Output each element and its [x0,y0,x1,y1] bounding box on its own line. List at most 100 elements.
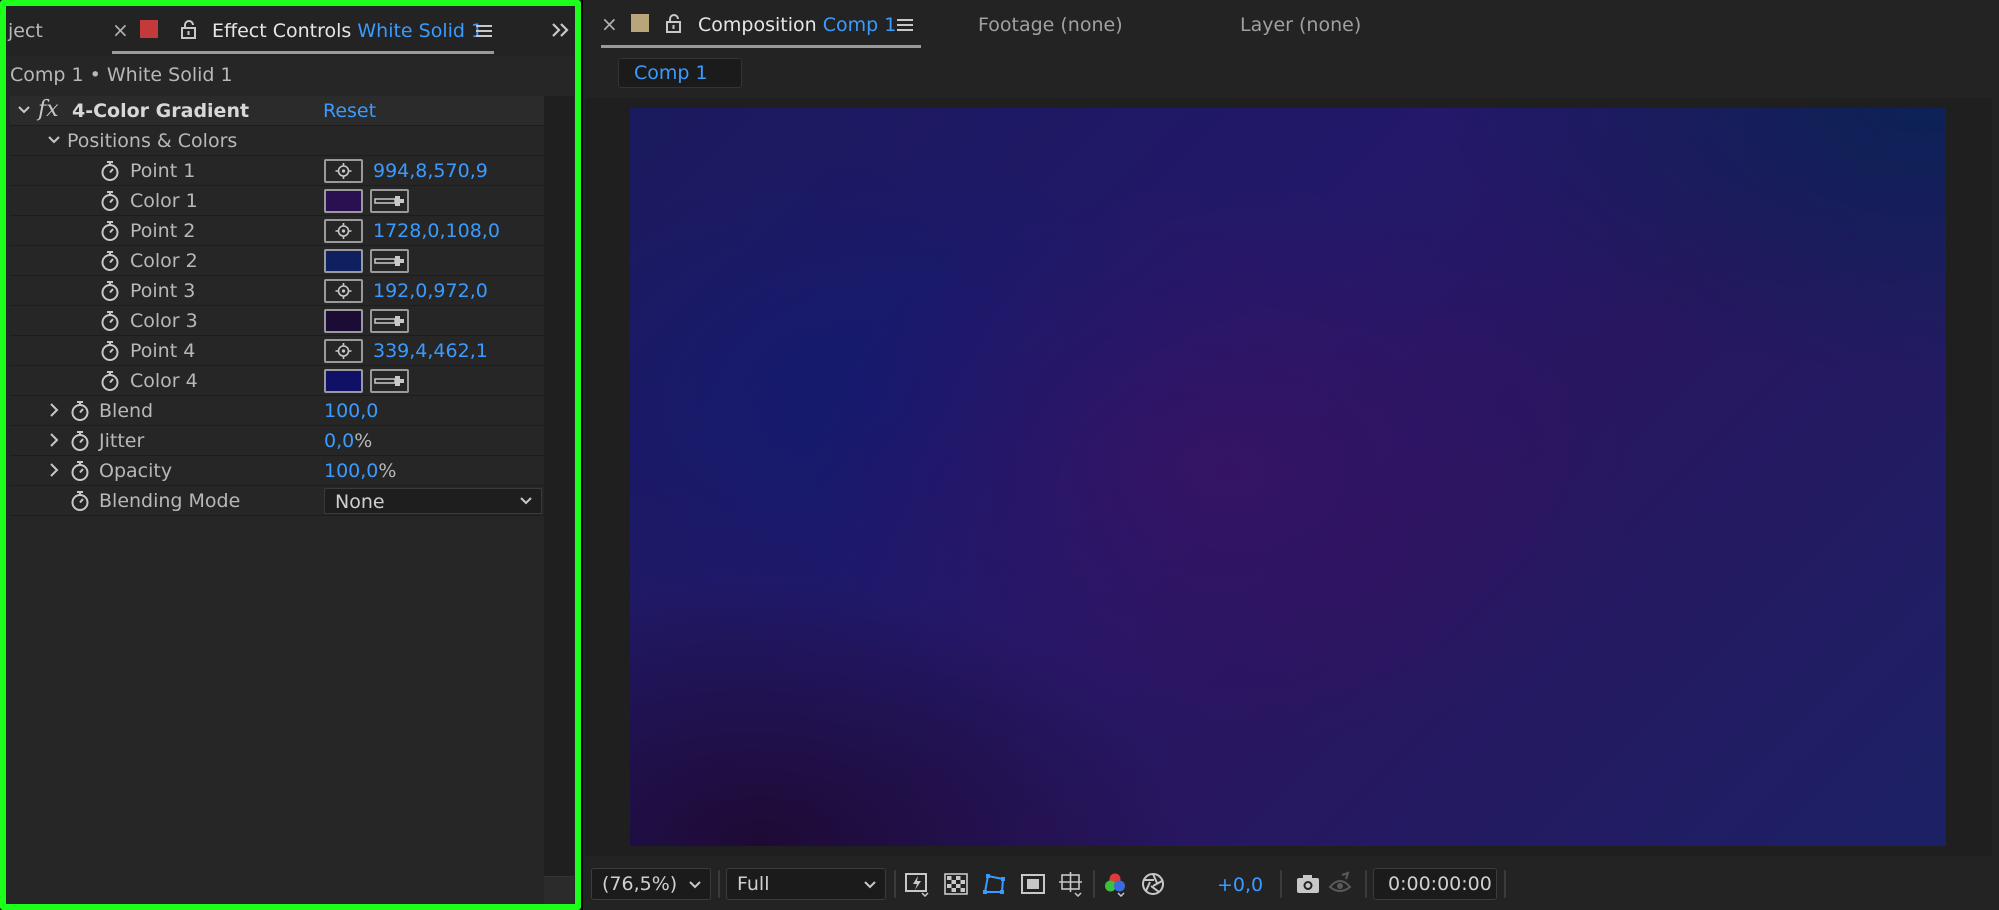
composition-panel: × Composition Comp 1 Footage (none) Laye… [583,0,1999,910]
param-label: Point 4 [130,340,196,362]
jitter-unit: % [354,430,373,452]
crosshair-icon[interactable] [324,159,363,183]
double-chevron-right-icon[interactable] [551,22,571,38]
composition-canvas[interactable] [630,108,1946,846]
opacity-value: 100,0 [324,460,379,482]
transparency-grid-icon[interactable] [943,871,969,897]
panel-menu-icon[interactable] [476,24,492,38]
param-label: Jitter [99,430,145,452]
close-icon[interactable]: × [601,12,618,36]
resolution-select[interactable]: Full [726,868,886,900]
param-label: Blending Mode [99,490,241,512]
opacity-field[interactable]: 100,0% [324,460,396,482]
color-swatch[interactable] [324,369,363,393]
stopwatch-icon[interactable] [100,250,120,272]
point-value[interactable]: 994,8,570,9 [373,160,488,182]
chevron-right-icon[interactable] [46,401,62,419]
show-snapshot-icon[interactable] [1327,871,1353,897]
viewer-toolbar: (76,5%) Full +0,0 0:00:00:00 [583,862,1999,906]
lock-icon[interactable] [665,14,683,34]
crosshair-icon[interactable] [324,219,363,243]
tab-effect-controls-layer: White Solid 1 [357,20,484,42]
blending-mode-select[interactable]: None [324,488,542,514]
stopwatch-icon[interactable] [100,160,120,182]
stopwatch-icon[interactable] [100,310,120,332]
param-label: Color 2 [130,250,198,272]
point-value[interactable]: 1728,0,108,0 [373,220,500,242]
stopwatch-icon[interactable] [100,340,120,362]
tab-project[interactable]: ject [8,20,43,42]
effect-controls-body: Comp 1 • White Solid 1 fx 4-Color Gradie… [6,56,575,904]
color-swatch[interactable] [324,309,363,333]
tab-effect-controls-label: Effect Controls [212,20,352,42]
param-row-color-1: Color 1 [10,186,544,216]
stopwatch-icon[interactable] [70,430,90,452]
param-row-color-2: Color 2 [10,246,544,276]
mask-path-visibility-icon[interactable] [981,871,1007,897]
stopwatch-icon[interactable] [70,400,90,422]
point-value[interactable]: 339,4,462,1 [373,340,488,362]
label-color-swatch[interactable] [140,20,158,38]
toolbar-divider [1504,870,1506,898]
panel-menu-icon[interactable] [897,18,913,32]
fx-icon[interactable]: fx [38,97,59,122]
comp-subtab[interactable]: Comp 1 [618,58,742,88]
crosshair-icon[interactable] [324,279,363,303]
param-label: Point 3 [130,280,196,302]
stopwatch-icon[interactable] [100,190,120,212]
color-swatch[interactable] [324,249,363,273]
eyedropper-icon[interactable] [370,249,409,273]
composition-viewer[interactable] [585,98,1992,856]
stopwatch-icon[interactable] [100,280,120,302]
lock-icon[interactable] [180,20,198,40]
current-time-field[interactable]: 0:00:00:00 [1373,868,1497,900]
crosshair-icon[interactable] [324,339,363,363]
group-label: Positions & Colors [67,130,238,152]
exposure-value[interactable]: +0,0 [1217,874,1263,896]
tab-footage[interactable]: Footage (none) [978,14,1123,36]
reset-link[interactable]: Reset [323,100,376,122]
effect-header-row: fx 4-Color Gradient Reset [10,96,544,126]
point-value[interactable]: 192,0,972,0 [373,280,488,302]
stopwatch-icon[interactable] [100,370,120,392]
region-of-interest-icon[interactable] [1020,871,1046,897]
tab-layer[interactable]: Layer (none) [1240,14,1361,36]
chevron-down-icon[interactable] [16,101,32,119]
eyedropper-icon[interactable] [370,369,409,393]
right-panel-tab-bar: × Composition Comp 1 Footage (none) Laye… [583,0,1999,50]
tab-effect-controls[interactable]: Effect Controls White Solid 1 [212,20,483,42]
eyedropper-icon[interactable] [370,309,409,333]
exposure-aperture-icon[interactable] [1140,871,1166,897]
param-label: Point 1 [130,160,196,182]
camera-snapshot-icon[interactable] [1295,871,1321,897]
jitter-field[interactable]: 0,0% [324,430,372,452]
param-row-color-4: Color 4 [10,366,544,396]
timecode-value: 0:00:00:00 [1388,873,1492,895]
channel-rgb-icon[interactable] [1102,871,1128,897]
blend-value[interactable]: 100,0 [324,400,378,422]
active-tab-underline [112,51,494,54]
comp-subtab-label: Comp 1 [634,62,708,84]
left-panel-tab-bar: ject × Effect Controls White Solid 1 [6,6,575,56]
zoom-value: (76,5%) [602,873,678,895]
toolbar-divider [1365,870,1367,898]
stopwatch-icon[interactable] [100,220,120,242]
eyedropper-icon[interactable] [370,189,409,213]
breadcrumb: Comp 1 • White Solid 1 [10,64,233,86]
label-color-swatch[interactable] [631,14,649,32]
stopwatch-icon[interactable] [70,490,90,512]
chevron-down-icon [520,497,532,505]
chevron-down-icon[interactable] [46,131,62,149]
chevron-right-icon[interactable] [46,461,62,479]
zoom-select[interactable]: (76,5%) [591,868,711,900]
chevron-right-icon[interactable] [46,431,62,449]
color-swatch[interactable] [324,189,363,213]
stopwatch-icon[interactable] [70,460,90,482]
param-label: Color 1 [130,190,198,212]
vertical-scrollbar[interactable] [544,96,574,876]
close-icon[interactable]: × [112,18,129,42]
fast-previews-icon[interactable] [904,871,930,897]
grid-guides-icon[interactable] [1058,871,1084,897]
tab-composition[interactable]: Composition Comp 1 [698,14,896,36]
tab-composition-name: Comp 1 [822,14,897,36]
